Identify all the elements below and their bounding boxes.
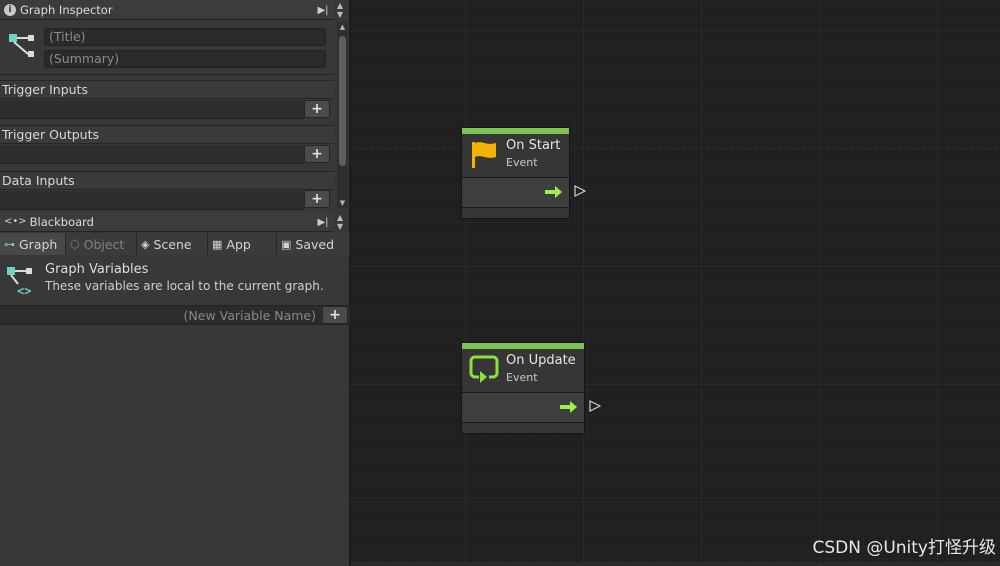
output-port-icon[interactable] (574, 185, 586, 197)
graph-inspector-header[interactable]: i Graph Inspector ▶| (0, 0, 334, 20)
trigger-inputs-list (0, 100, 304, 119)
node-subtitle: Event (506, 156, 538, 169)
trigger-outputs-label: Trigger Outputs (0, 125, 334, 144)
new-variable-row: (New Variable Name) + (0, 305, 350, 325)
graph-icon (9, 34, 34, 57)
scroll-down-icon[interactable]: ▼ (337, 222, 343, 231)
tab-app[interactable]: ▦ App (208, 233, 277, 255)
graph-inspector-title: Graph Inspector (20, 2, 113, 17)
blackboard-tabs: ⊶ Graph ⬡ Object ◈ Scene ▦ App ▣ Saved (0, 233, 350, 255)
svg-text:<>: <> (17, 284, 31, 296)
data-inputs-label: Data Inputs (0, 171, 334, 190)
scrollbar-thumb[interactable] (339, 36, 346, 166)
tab-saved-label: Saved (295, 236, 335, 252)
flow-arrow-icon (560, 401, 577, 413)
node-title: On Start (506, 138, 561, 153)
cube-icon: ⬡ (70, 237, 80, 251)
graph-variables-description: These variables are local to the current… (45, 279, 324, 293)
app-icon: ▦ (212, 237, 223, 251)
summary-field[interactable]: (Summary) (44, 50, 326, 68)
graph-canvas[interactable]: On Start Event On Update Event CSDN @Uni… (351, 0, 1000, 566)
node-footer (462, 208, 569, 218)
scroll-up-icon[interactable]: ▲ (337, 213, 343, 222)
node-title: On Update (506, 353, 576, 368)
title-field[interactable]: (Title) (44, 28, 326, 46)
panel-toggle-icon[interactable]: ▶| (316, 3, 330, 17)
flow-arrow-icon (545, 186, 562, 198)
save-icon: ▣ (281, 237, 292, 251)
graph-variables-heading: Graph Variables (45, 262, 149, 277)
add-trigger-input-button[interactable]: + (304, 100, 330, 118)
on-start-node[interactable]: On Start Event (461, 127, 570, 219)
data-inputs-list (0, 191, 304, 210)
add-variable-button[interactable]: + (322, 306, 348, 324)
node-subtitle: Event (506, 371, 538, 384)
node-output-row (462, 393, 584, 423)
inspector-scrollbar[interactable]: ▲ ▼ (337, 22, 348, 208)
scroll-down-icon[interactable]: ▼ (337, 198, 348, 208)
node-header: On Update Event (462, 349, 584, 393)
trigger-inputs-label: Trigger Inputs (0, 80, 334, 99)
add-data-input-button[interactable]: + (304, 190, 330, 208)
canvas-bottom-edge (351, 562, 1000, 566)
graph-variables-icon: <> (7, 267, 32, 296)
blackboard-title: Blackboard (29, 214, 94, 229)
info-icon: i (4, 3, 16, 16)
blackboard-header[interactable]: <•> Blackboard ▶| (0, 212, 334, 232)
scroll-up-icon[interactable]: ▲ (337, 22, 348, 32)
inspector-header-scroll[interactable]: ▲ ▼ (332, 1, 348, 19)
tab-object-label: Object (83, 236, 125, 252)
panel-toggle-icon[interactable]: ▶| (316, 215, 330, 229)
tab-app-label: App (226, 236, 251, 252)
new-variable-name-input[interactable]: (New Variable Name) (184, 308, 316, 323)
trigger-outputs-list (0, 145, 304, 164)
node-header: On Start Event (462, 134, 569, 178)
node-footer (462, 423, 584, 433)
add-trigger-output-button[interactable]: + (304, 145, 330, 163)
tab-object[interactable]: ⬡ Object (66, 233, 137, 255)
tab-graph[interactable]: ⊶ Graph (0, 233, 66, 255)
loop-icon (469, 355, 499, 383)
variables-icon: <•> (4, 216, 27, 227)
tab-scene[interactable]: ◈ Scene (137, 233, 208, 255)
scroll-down-icon[interactable]: ▼ (337, 10, 343, 19)
tab-saved[interactable]: ▣ Saved (277, 233, 350, 255)
flag-icon (472, 142, 496, 168)
watermark: CSDN @Unity打怪升级 (812, 538, 996, 558)
output-port-icon[interactable] (589, 400, 601, 412)
tab-scene-label: Scene (153, 236, 192, 252)
blackboard-header-scroll[interactable]: ▲ ▼ (332, 213, 348, 231)
scroll-up-icon[interactable]: ▲ (337, 1, 343, 10)
divider (0, 74, 334, 75)
graph-icon: ⊶ (4, 237, 15, 251)
on-update-node[interactable]: On Update Event (461, 342, 585, 434)
left-panel: i Graph Inspector ▶| ▲ ▼ ▲ ▼ (Title) (Su… (0, 0, 350, 566)
tab-graph-label: Graph (19, 236, 58, 252)
node-output-row (462, 178, 569, 208)
scene-icon: ◈ (141, 237, 150, 251)
